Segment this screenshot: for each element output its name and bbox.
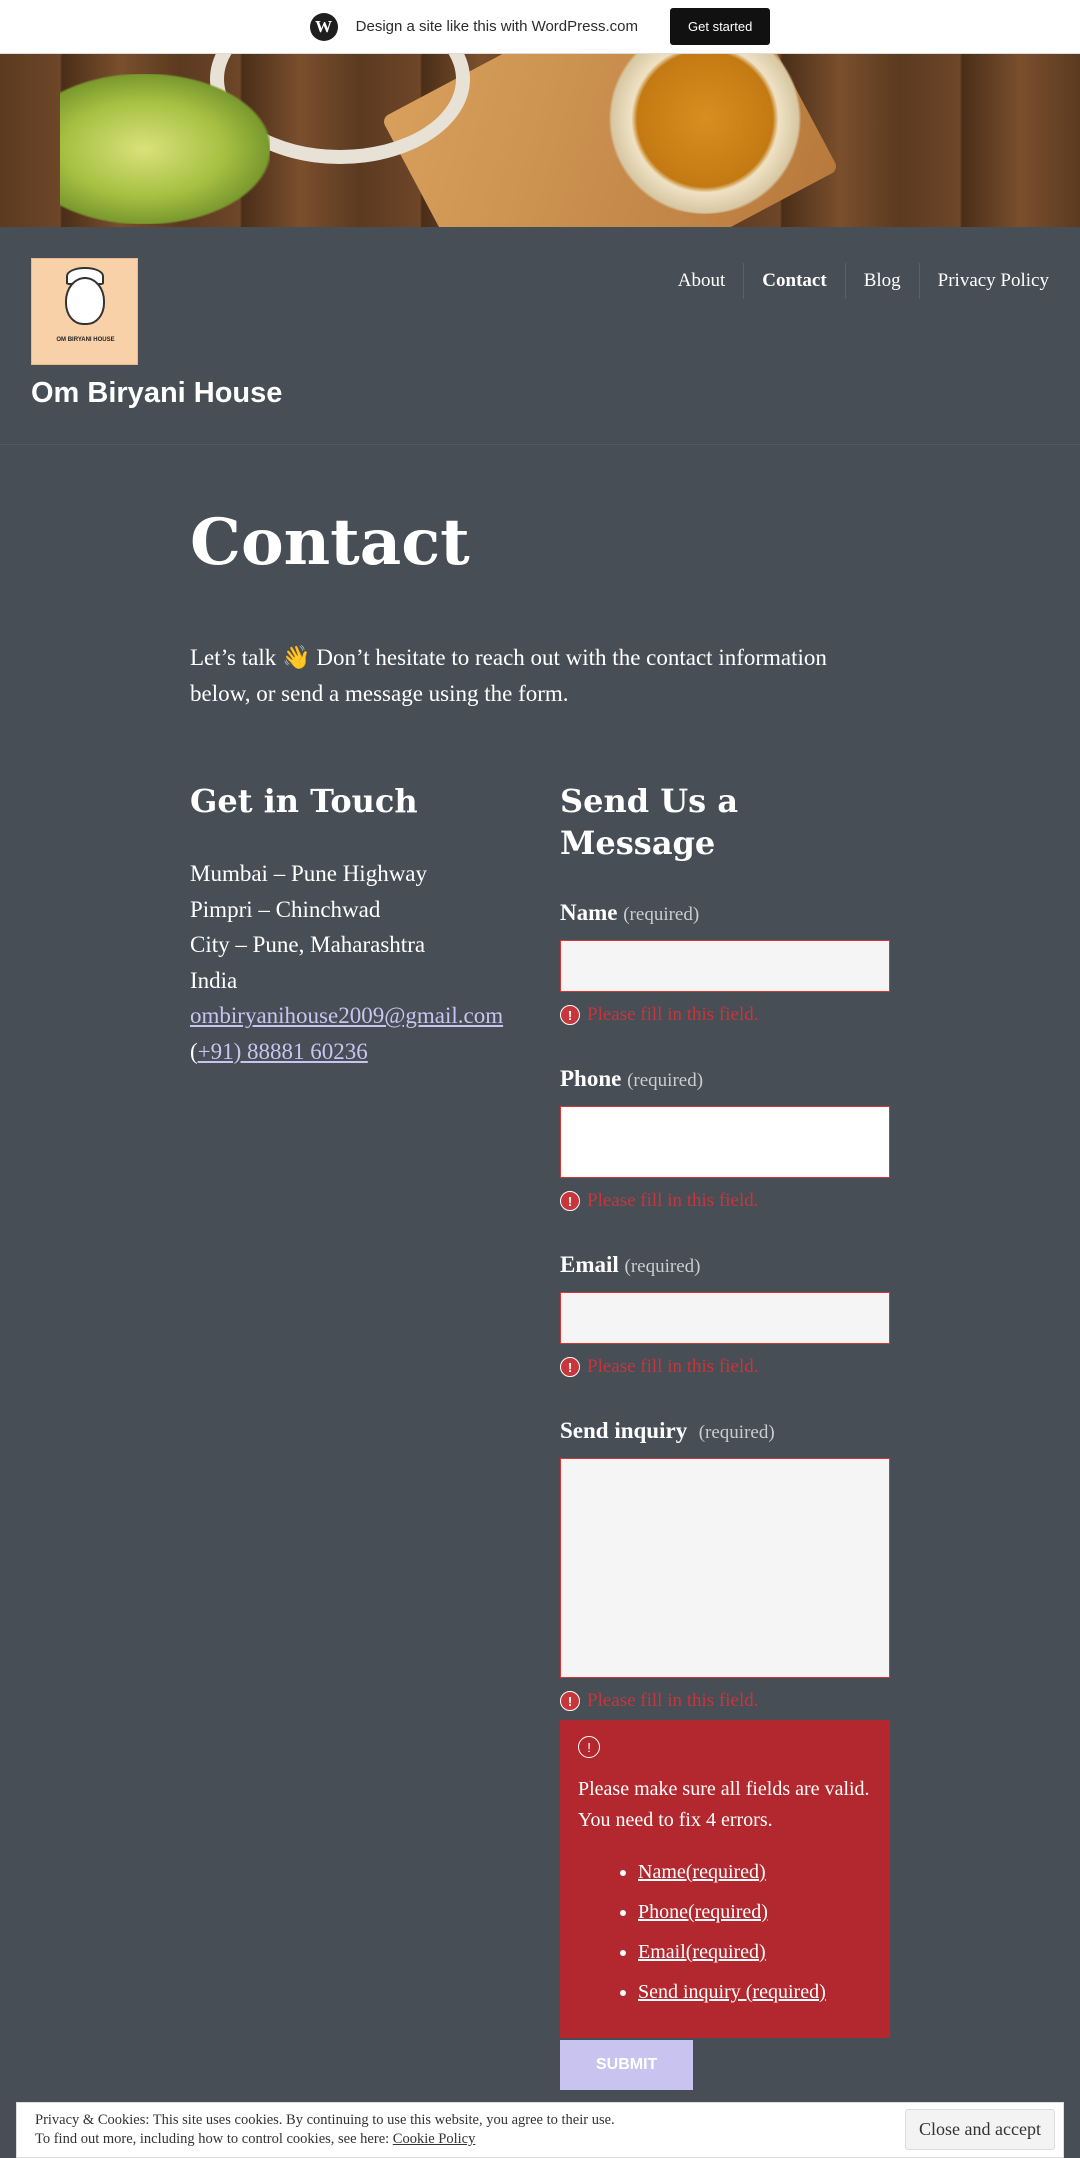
chef-face-icon	[65, 277, 105, 325]
cookie-banner: Privacy & Cookies: This site uses cookie…	[16, 2102, 1064, 2158]
submit-button[interactable]: SUBMIT	[560, 2040, 694, 2090]
required-note: (required)	[624, 1256, 701, 1277]
name-field-group: Name (required) ! Please fill in this fi…	[560, 898, 890, 1026]
intro-text: Let’s talk 👋 Don’t hesitate to reach out…	[190, 645, 827, 706]
error-icon: !	[560, 1357, 580, 1377]
error-list: Name(required) Phone(required) Email(req…	[578, 1852, 872, 2012]
error-link-phone[interactable]: Phone(required)	[638, 1901, 768, 1923]
error-icon: !	[560, 1191, 580, 1211]
nav-item-blog[interactable]: Blog	[844, 263, 919, 299]
header-image	[0, 54, 1080, 227]
get-in-touch-heading: Get in Touch	[190, 782, 418, 820]
address-line: Mumbai – Pune Highway	[190, 861, 428, 886]
phone-label: Phone (required)	[560, 1066, 704, 1091]
name-label: Name (required)	[560, 900, 700, 925]
name-error: ! Please fill in this field.	[560, 1004, 890, 1026]
phone-input[interactable]	[560, 1106, 890, 1178]
address-line: India	[190, 967, 238, 993]
apple-peel-shape	[60, 74, 270, 224]
inquiry-field-group: Send inquiry (required) ! Please fill in…	[560, 1416, 890, 1712]
close-and-accept-button[interactable]: Close and accept	[905, 2109, 1055, 2150]
phone-prefix: (	[190, 1038, 198, 1064]
contact-form: Send Us a Message Name (required) ! Plea…	[560, 780, 890, 2090]
phone-field-group: Phone (required) ! Please fill in this f…	[560, 1064, 890, 1212]
wordpress-logo-icon[interactable]: W	[309, 12, 338, 41]
send-message-heading: Send Us a Message	[560, 782, 739, 862]
error-summary: ! Please make sure all fields are valid.…	[560, 1720, 890, 2038]
address-line: Pimpri – Chinchwad	[190, 896, 381, 922]
required-note: (required)	[627, 1070, 704, 1091]
phone-error: ! Please fill in this field.	[560, 1190, 890, 1212]
required-note: (required)	[623, 904, 700, 925]
inquiry-label: Send inquiry (required)	[560, 1418, 775, 1443]
error-link-name[interactable]: Name(required)	[638, 1861, 766, 1883]
get-started-button[interactable]: Get started	[670, 8, 771, 45]
nav-item-contact[interactable]: Contact	[743, 263, 844, 299]
contact-info-column: Get in Touch Mumbai – Pune Highway Pimpr…	[190, 780, 520, 1069]
wordpress-banner: W Design a site like this with WordPress…	[0, 0, 1080, 54]
cookie-text: Privacy & Cookies: This site uses cookie…	[35, 2112, 615, 2147]
list-item: Email(required)	[638, 1932, 872, 1972]
cookie-policy-link[interactable]: Cookie Policy	[393, 2131, 476, 2147]
site-header: OM BIRYANI HOUSE Om Biryani House About …	[0, 227, 1080, 445]
site-logo[interactable]: OM BIRYANI HOUSE	[31, 258, 138, 365]
address-block: Mumbai – Pune Highway Pimpri – Chinchwad…	[190, 856, 520, 1069]
wordpress-banner-text: Design a site like this with WordPress.c…	[355, 18, 638, 35]
alert-icon: !	[578, 1736, 600, 1758]
error-link-email[interactable]: Email(required)	[638, 1941, 766, 1963]
email-input[interactable]	[560, 1292, 890, 1344]
phone-link[interactable]: +91) 88881 60236	[198, 1039, 368, 1064]
logo-text: OM BIRYANI HOUSE	[56, 337, 115, 343]
inquiry-error: ! Please fill in this field.	[560, 1690, 890, 1712]
error-summary-message: Please make sure all fields are valid. Y…	[578, 1778, 870, 1831]
error-icon: !	[560, 1691, 580, 1711]
address-line: City – Pune, Maharashtra	[190, 932, 426, 957]
name-input[interactable]	[560, 940, 890, 992]
page-title: Contact	[190, 505, 470, 580]
required-note: (required)	[698, 1422, 775, 1443]
email-field-group: Email (required) ! Please fill in this f…	[560, 1250, 890, 1378]
error-icon: !	[560, 1005, 580, 1025]
error-link-inquiry[interactable]: Send inquiry (required)	[638, 1981, 826, 2003]
list-item: Send inquiry (required)	[638, 1972, 872, 2012]
main-nav: About Contact Blog Privacy Policy	[660, 263, 1049, 299]
list-item: Name(required)	[638, 1852, 872, 1892]
site-title[interactable]: Om Biryani House	[31, 377, 282, 410]
email-error: ! Please fill in this field.	[560, 1356, 890, 1378]
email-label: Email (required)	[560, 1252, 701, 1277]
nav-item-about[interactable]: About	[660, 263, 744, 299]
email-link[interactable]: ombiryanihouse2009@gmail.com	[190, 1003, 503, 1028]
nav-item-privacy-policy[interactable]: Privacy Policy	[918, 263, 1049, 299]
list-item: Phone(required)	[638, 1892, 872, 1932]
inquiry-textarea[interactable]	[560, 1458, 890, 1678]
